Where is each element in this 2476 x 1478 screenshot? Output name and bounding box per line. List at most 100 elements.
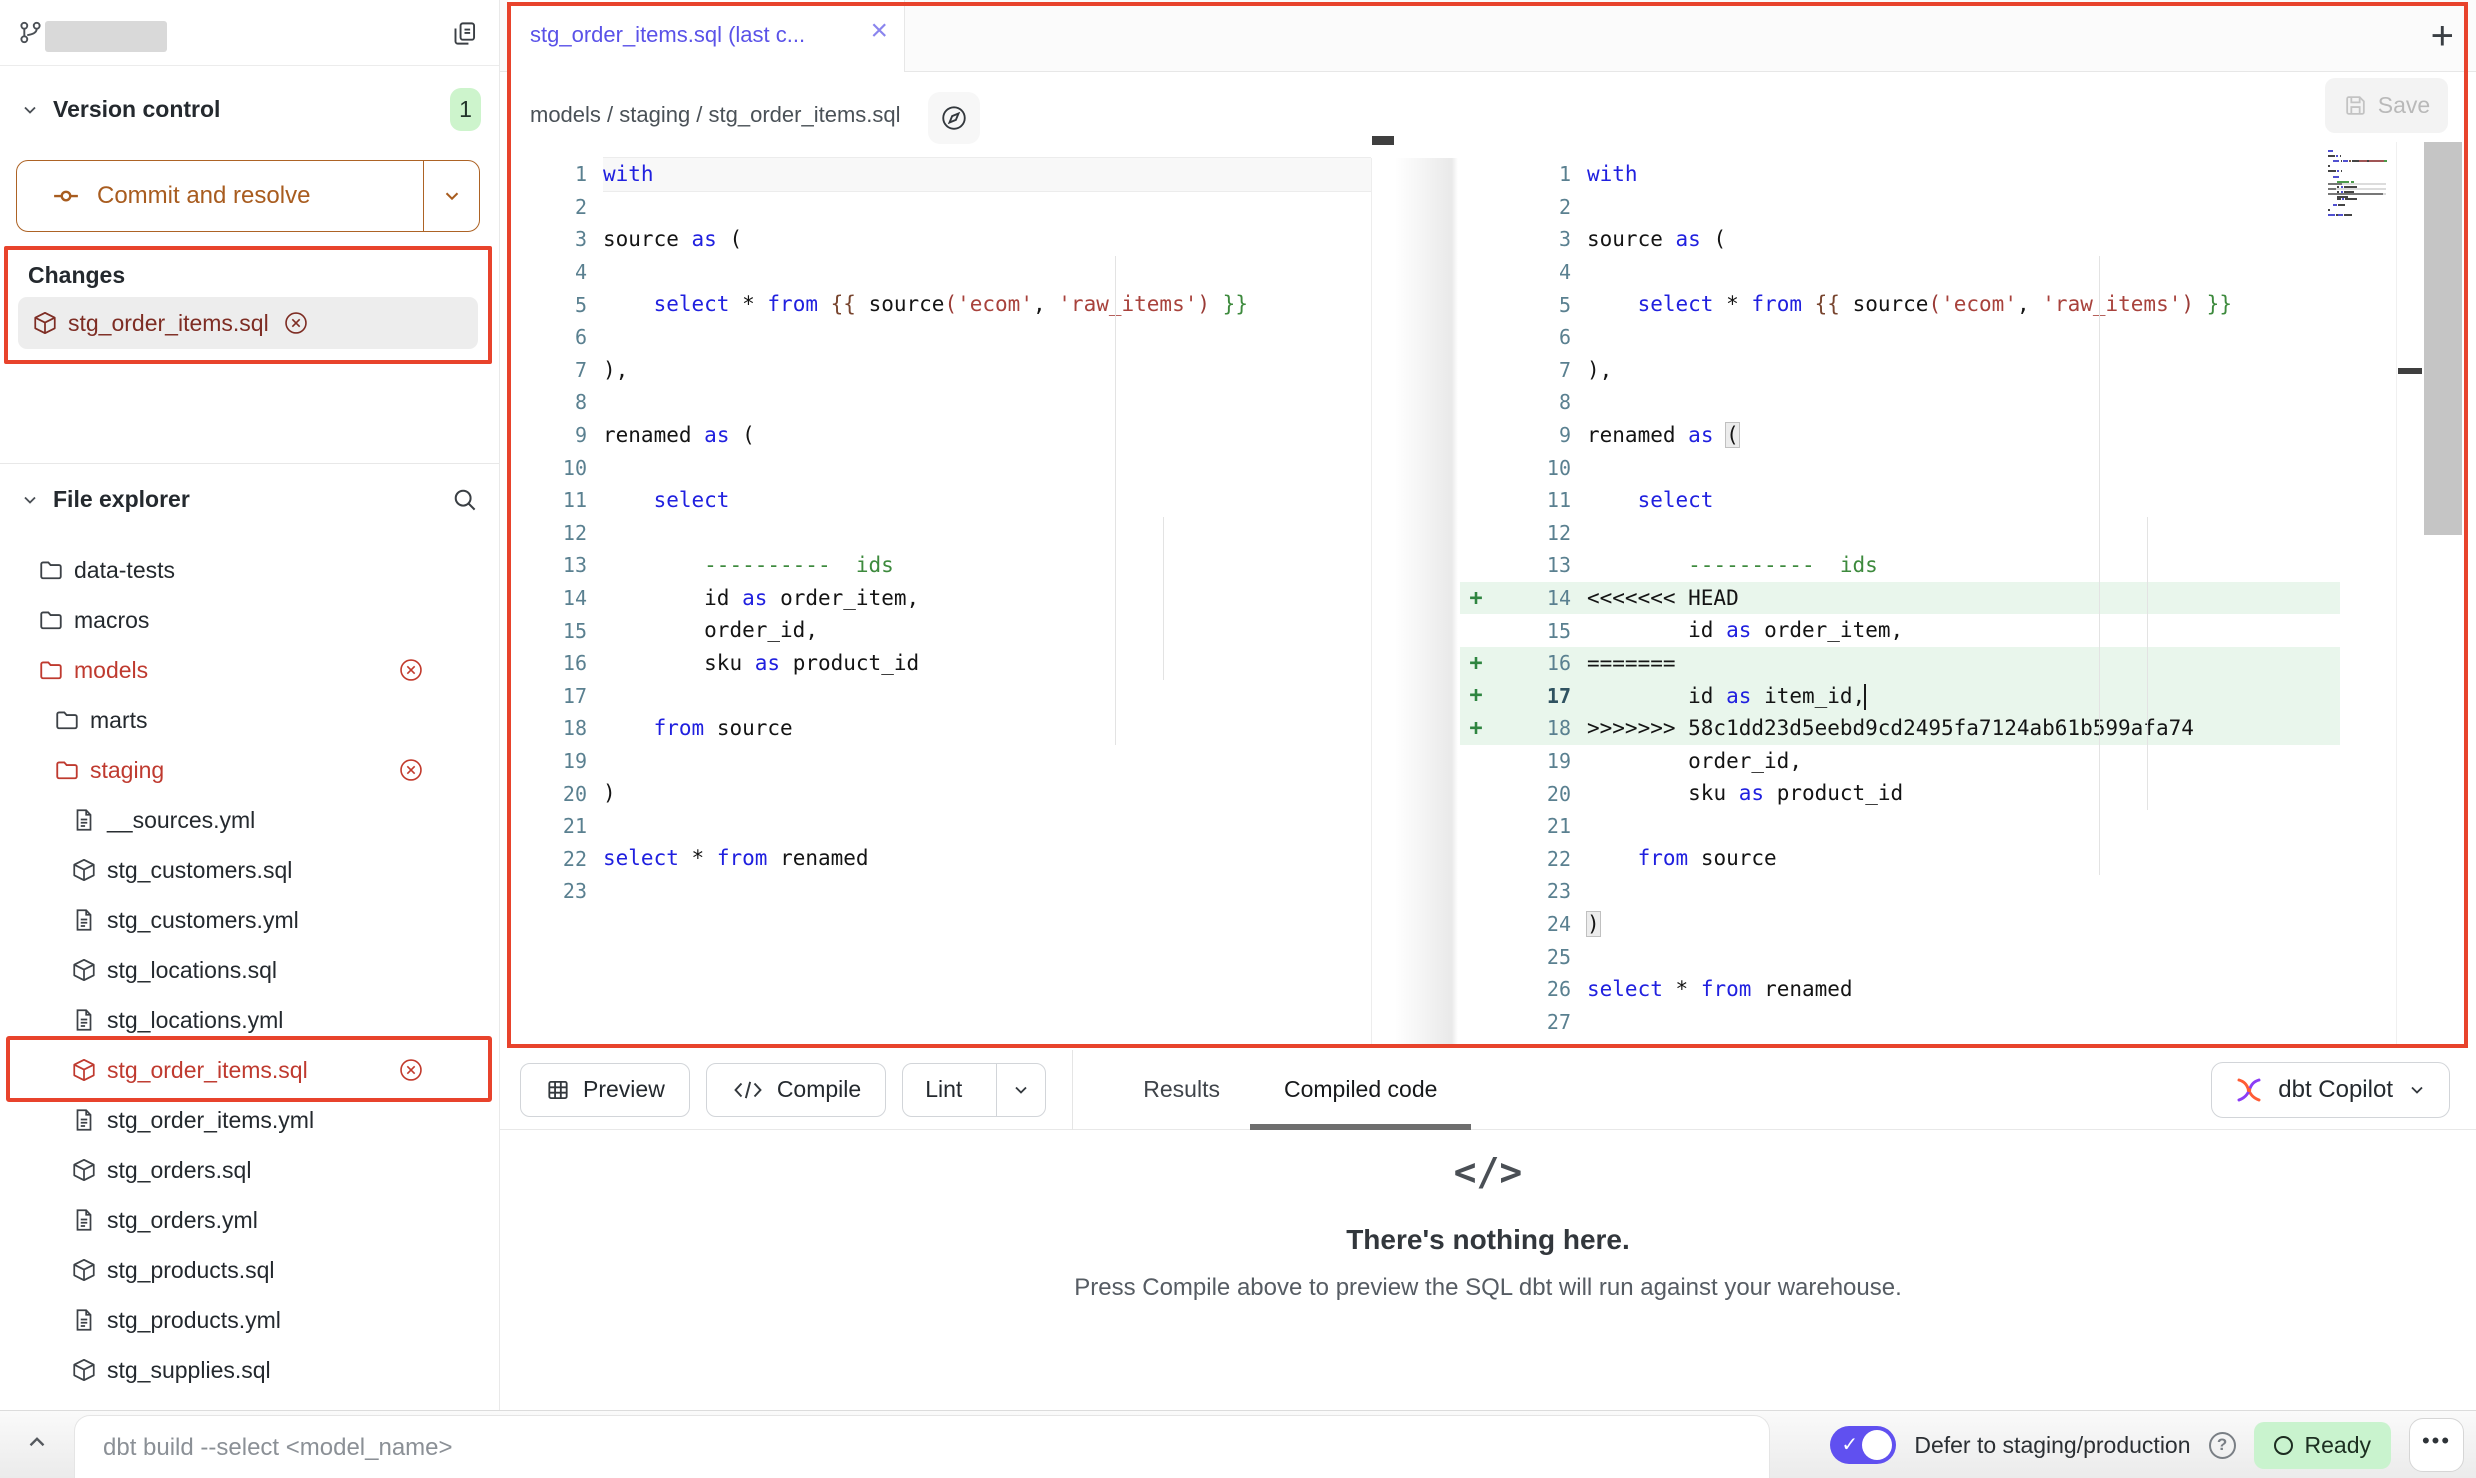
discard-change-icon[interactable] xyxy=(283,310,309,336)
line-number: 19 xyxy=(508,749,603,773)
left-scrollbar-thumb[interactable] xyxy=(1372,136,1394,145)
file-icon xyxy=(71,907,97,933)
line-number: 8 xyxy=(1492,390,1587,414)
file-name: __sources.yml xyxy=(107,807,255,834)
file-name: staging xyxy=(90,757,164,784)
file-tree-item[interactable]: stg_customers.sql xyxy=(14,845,490,895)
lineage-compass-icon xyxy=(939,103,969,133)
file-tree-item[interactable]: stg_order_items.sql xyxy=(14,1045,490,1095)
compile-button-label: Compile xyxy=(777,1076,861,1103)
code-line: 21 xyxy=(1460,810,2340,843)
lineage-button[interactable] xyxy=(928,92,980,144)
file-tree-item[interactable]: stg_orders.yml xyxy=(14,1195,490,1245)
file-tree-item[interactable]: stg_supplies.sql xyxy=(14,1345,490,1395)
right-scrollbar-thumb[interactable] xyxy=(2424,142,2462,535)
file-tree-item[interactable]: stg_products.yml xyxy=(14,1295,490,1345)
more-options-button[interactable]: ••• xyxy=(2409,1418,2464,1472)
status-circle-icon xyxy=(2274,1436,2293,1455)
copy-icon[interactable] xyxy=(451,20,478,47)
code-text: renamed as ( xyxy=(1587,419,2340,452)
commit-icon xyxy=(51,181,81,211)
new-tab-icon[interactable]: + xyxy=(2431,14,2454,59)
file-tree-item[interactable]: stg_order_items.yml xyxy=(14,1095,490,1145)
line-number: 20 xyxy=(1492,782,1587,806)
file-tree-item[interactable]: macros xyxy=(14,595,490,645)
minimap[interactable] xyxy=(2328,150,2390,234)
code-line: 10 xyxy=(508,451,1371,484)
line-number: 23 xyxy=(1492,879,1587,903)
code-text: select * from renamed xyxy=(1587,973,2340,1006)
code-text: >>>>>>> 58c1dd23d5eebd9cd2495fa7124ab61b… xyxy=(1587,712,2340,745)
lint-button[interactable]: Lint xyxy=(902,1063,1046,1117)
code-line: 11 select xyxy=(508,484,1371,517)
file-tree-item[interactable]: marts xyxy=(14,695,490,745)
code-line: 3source as ( xyxy=(1460,223,2340,256)
line-number: 6 xyxy=(1492,325,1587,349)
save-button[interactable]: Save xyxy=(2325,78,2448,133)
line-number: 5 xyxy=(508,293,603,317)
file-name: stg_orders.sql xyxy=(107,1157,251,1184)
file-icon xyxy=(71,807,97,833)
command-input[interactable] xyxy=(103,1416,1703,1478)
code-line: 27 xyxy=(1460,1005,2340,1038)
line-number: 7 xyxy=(1492,358,1587,382)
breadcrumb: models / staging / stg_order_items.sql xyxy=(530,102,901,128)
line-number: 16 xyxy=(1492,651,1587,675)
file-tree-item[interactable]: stg_locations.sql xyxy=(14,945,490,995)
file-tree-item[interactable]: stg_customers.yml xyxy=(14,895,490,945)
chevron-down-icon xyxy=(20,490,40,510)
file-tree-item[interactable]: stg_orders.sql xyxy=(14,1145,490,1195)
file-name: macros xyxy=(74,607,149,634)
changed-file-row[interactable]: stg_order_items.sql xyxy=(18,297,478,349)
editor-left-pane[interactable]: 1with23source as (45 select * from {{ so… xyxy=(508,158,1371,908)
line-number: 1 xyxy=(508,162,603,186)
dbt-copilot-button[interactable]: dbt Copilot xyxy=(2211,1062,2450,1118)
line-number: 18 xyxy=(508,716,603,740)
dbt-copilot-icon xyxy=(2234,1075,2264,1105)
commit-and-resolve-button[interactable]: Commit and resolve xyxy=(16,160,480,232)
code-line: 1with xyxy=(508,158,1371,191)
panel-tab-compiled-code[interactable]: Compiled code xyxy=(1250,1050,1471,1130)
code-text: from source xyxy=(1587,842,2340,875)
model-icon xyxy=(71,1357,97,1383)
file-tree-item[interactable]: models xyxy=(14,645,490,695)
version-control-header[interactable]: Version control 1 xyxy=(0,88,499,132)
search-icon[interactable] xyxy=(451,486,478,513)
code-text: ---------- ids xyxy=(603,549,1371,582)
commit-options-caret[interactable] xyxy=(423,161,479,231)
file-explorer-header[interactable]: File explorer xyxy=(0,478,499,522)
chevron-up-icon[interactable] xyxy=(24,1429,50,1455)
branch-name-redacted xyxy=(45,21,167,52)
lint-options-caret[interactable] xyxy=(996,1064,1045,1116)
file-tree-item[interactable]: __sources.yml xyxy=(14,795,490,845)
defer-label: Defer to staging/production xyxy=(1914,1432,2190,1459)
sidebar-topbar xyxy=(0,0,499,66)
compile-button[interactable]: Compile xyxy=(706,1063,886,1117)
empty-state-title: There's nothing here. xyxy=(500,1224,2476,1256)
model-icon xyxy=(71,1157,97,1183)
editor-right-pane[interactable]: 1with23source as (45 select * from {{ so… xyxy=(1460,158,2340,1038)
line-number: 16 xyxy=(508,651,603,675)
file-tree-item[interactable]: stg_locations.yml xyxy=(14,995,490,1045)
editor-tab[interactable]: stg_order_items.sql (last c... × xyxy=(508,0,905,73)
sidebar: Version control 1 Commit and resolve Cha… xyxy=(0,0,500,1410)
folder-icon xyxy=(38,607,64,633)
changes-label: Changes xyxy=(28,262,480,289)
file-tree-item[interactable]: data-tests xyxy=(14,545,490,595)
line-number: 10 xyxy=(1492,456,1587,480)
changes-count-badge: 1 xyxy=(450,88,481,131)
command-input-wrap xyxy=(74,1415,1770,1478)
status-badge: Ready xyxy=(2254,1422,2391,1469)
file-tree-item[interactable]: staging xyxy=(14,745,490,795)
line-number: 1 xyxy=(1492,162,1587,186)
file-tree-item[interactable]: stg_products.sql xyxy=(14,1245,490,1295)
tab-close-icon[interactable]: × xyxy=(870,16,888,46)
tab-title: stg_order_items.sql (last c... xyxy=(530,22,805,48)
preview-button[interactable]: Preview xyxy=(520,1063,690,1117)
code-text: ) xyxy=(1587,908,2340,941)
panel-tab-results[interactable]: Results xyxy=(1113,1050,1250,1130)
help-icon[interactable]: ? xyxy=(2209,1432,2236,1459)
lint-button-label[interactable]: Lint xyxy=(903,1064,984,1116)
defer-toggle[interactable]: ✓ xyxy=(1830,1426,1896,1464)
diff-add-marker: + xyxy=(1460,683,1492,708)
